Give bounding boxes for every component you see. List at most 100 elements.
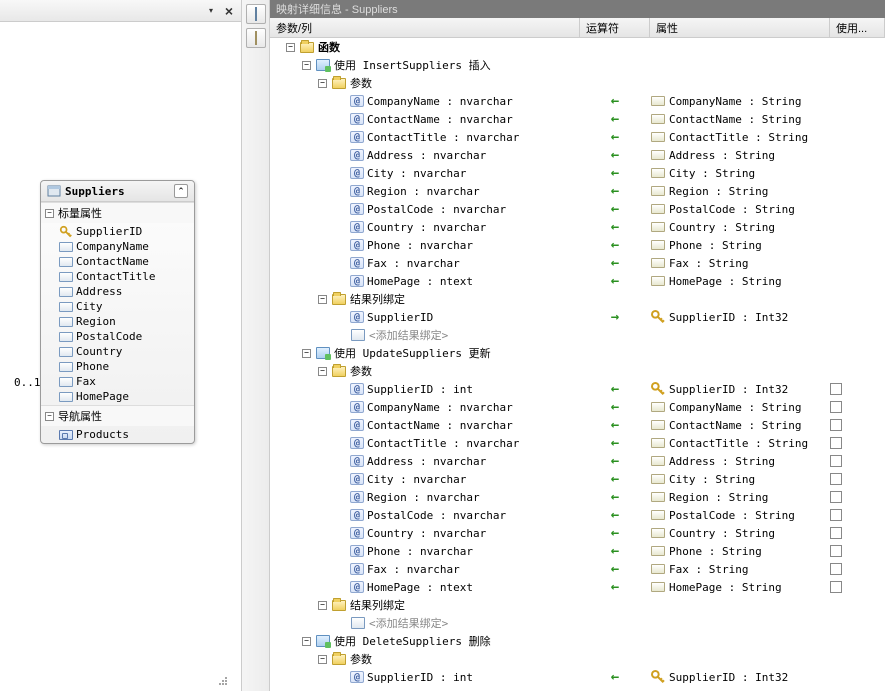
tree-row[interactable]: Fax : nvarchar←Fax : String [270,254,885,272]
use-original-checkbox[interactable] [830,473,842,485]
entity-header[interactable]: Suppliers ⌃ [41,181,194,202]
property-row[interactable]: Fax [41,374,194,389]
entity-suppliers[interactable]: Suppliers ⌃ − 标量属性 SupplierIDCompanyName… [40,180,195,444]
tree-row[interactable]: Fax : nvarchar←Fax : String [270,560,885,578]
expand-icon[interactable]: − [318,295,327,304]
use-original-checkbox[interactable] [830,437,842,449]
property-icon [59,346,73,358]
nav-section-header[interactable]: − 导航属性 [41,406,194,426]
tree-row[interactable]: −使用 DeleteSuppliers 删除 [270,632,885,650]
header-operator-col[interactable]: 运算符 [580,18,650,37]
property-row[interactable]: City [41,299,194,314]
expand-icon[interactable]: − [45,209,54,218]
expand-icon[interactable]: − [318,79,327,88]
property-icon [650,238,666,252]
tree-row[interactable]: Address : nvarchar←Address : String [270,452,885,470]
tree-row[interactable]: <添加结果绑定> [270,326,885,344]
mapping-tree[interactable]: −函数−使用 InsertSuppliers 插入−参数CompanyName … [270,38,885,691]
expand-icon[interactable]: − [318,655,327,664]
tree-row[interactable]: −使用 InsertSuppliers 插入 [270,56,885,74]
header-param-col[interactable]: 参数/列 [270,18,580,37]
expand-icon[interactable]: − [45,412,54,421]
property-row[interactable]: CompanyName [41,239,194,254]
collapse-icon[interactable]: ⌃ [174,184,188,198]
tree-row[interactable]: PostalCode : nvarchar←PostalCode : Strin… [270,200,885,218]
property-row[interactable]: Phone [41,359,194,374]
tree-row[interactable]: −函数 [270,38,885,56]
mapping-view-button[interactable] [246,4,266,24]
use-original-checkbox[interactable] [830,527,842,539]
tree-row[interactable]: Country : nvarchar←Country : String [270,218,885,236]
use-original-checkbox[interactable] [830,581,842,593]
tree-row[interactable]: ContactName : nvarchar←ContactName : Str… [270,416,885,434]
property-row[interactable]: Region [41,314,194,329]
use-original-checkbox[interactable] [830,455,842,467]
tree-row[interactable]: SupplierID→SupplierID : Int32 [270,308,885,326]
tree-row[interactable]: ContactName : nvarchar←ContactName : Str… [270,110,885,128]
tree-row[interactable]: −结果列绑定 [270,290,885,308]
header-use-col[interactable]: 使用... [830,18,885,37]
tree-row[interactable]: Country : nvarchar←Country : String [270,524,885,542]
arrow-left-icon: ← [611,201,619,217]
tree-row[interactable]: ContactTitle : nvarchar←ContactTitle : S… [270,434,885,452]
tree-row[interactable]: −参数 [270,74,885,92]
property-row[interactable]: HomePage [41,389,194,404]
expand-icon[interactable]: − [318,601,327,610]
property-row[interactable]: SupplierID [41,224,194,239]
property-row[interactable]: Address [41,284,194,299]
nav-property-row[interactable]: Products [41,427,194,442]
tree-row[interactable]: CompanyName : nvarchar←CompanyName : Str… [270,92,885,110]
property-row[interactable]: ContactTitle [41,269,194,284]
tree-row[interactable]: −参数 [270,650,885,668]
expand-icon[interactable]: − [318,367,327,376]
tree-row[interactable]: Phone : nvarchar←Phone : String [270,236,885,254]
toolbar-dropdown-icon[interactable] [203,3,219,19]
tree-row[interactable]: City : nvarchar←City : String [270,470,885,488]
param-text: SupplierID : int [367,383,473,396]
attr-text: Region : String [669,491,768,504]
tree-row[interactable]: SupplierID : int←SupplierID : Int32 [270,668,885,686]
property-row[interactable]: PostalCode [41,329,194,344]
property-row[interactable]: Country [41,344,194,359]
diagram-surface[interactable]: Suppliers ⌃ − 标量属性 SupplierIDCompanyName… [0,22,241,691]
use-original-checkbox[interactable] [830,383,842,395]
expand-icon[interactable]: − [302,349,311,358]
add-binding-label[interactable]: <添加结果绑定> [369,327,448,343]
resize-handle-icon[interactable] [218,676,228,689]
tree-row[interactable]: HomePage : ntext←HomePage : String [270,578,885,596]
use-original-checkbox[interactable] [830,563,842,575]
parameter-icon [350,509,364,521]
close-icon[interactable] [221,3,237,19]
tree-row[interactable]: City : nvarchar←City : String [270,164,885,182]
tree-row[interactable]: −参数 [270,362,885,380]
use-original-checkbox[interactable] [830,419,842,431]
use-original-checkbox[interactable] [830,509,842,521]
tree-row[interactable]: <添加结果绑定> [270,614,885,632]
tree-row[interactable]: SupplierID : int←SupplierID : Int32 [270,380,885,398]
header-property-col[interactable]: 属性 [650,18,830,37]
expand-icon[interactable]: − [286,43,295,52]
property-icon [650,418,666,432]
add-binding-label[interactable]: <添加结果绑定> [369,615,448,631]
use-original-checkbox[interactable] [830,491,842,503]
tree-row[interactable]: Phone : nvarchar←Phone : String [270,542,885,560]
tree-row[interactable]: −使用 UpdateSuppliers 更新 [270,344,885,362]
parameter-icon [350,401,364,413]
use-original-checkbox[interactable] [830,401,842,413]
function-view-button[interactable] [246,28,266,48]
property-name: Fax [76,375,96,388]
tree-row[interactable]: CompanyName : nvarchar←CompanyName : Str… [270,398,885,416]
tree-row[interactable]: PostalCode : nvarchar←PostalCode : Strin… [270,506,885,524]
tree-row[interactable]: −结果列绑定 [270,596,885,614]
tree-row[interactable]: HomePage : ntext←HomePage : String [270,272,885,290]
use-original-checkbox[interactable] [830,545,842,557]
property-row[interactable]: ContactName [41,254,194,269]
tree-row[interactable]: ContactTitle : nvarchar←ContactTitle : S… [270,128,885,146]
tree-row[interactable]: Region : nvarchar←Region : String [270,488,885,506]
scalar-section-header[interactable]: − 标量属性 [41,203,194,223]
tree-row[interactable]: Address : nvarchar←Address : String [270,146,885,164]
tree-row[interactable]: Region : nvarchar←Region : String [270,182,885,200]
property-icon [650,112,666,126]
expand-icon[interactable]: − [302,637,311,646]
expand-icon[interactable]: − [302,61,311,70]
